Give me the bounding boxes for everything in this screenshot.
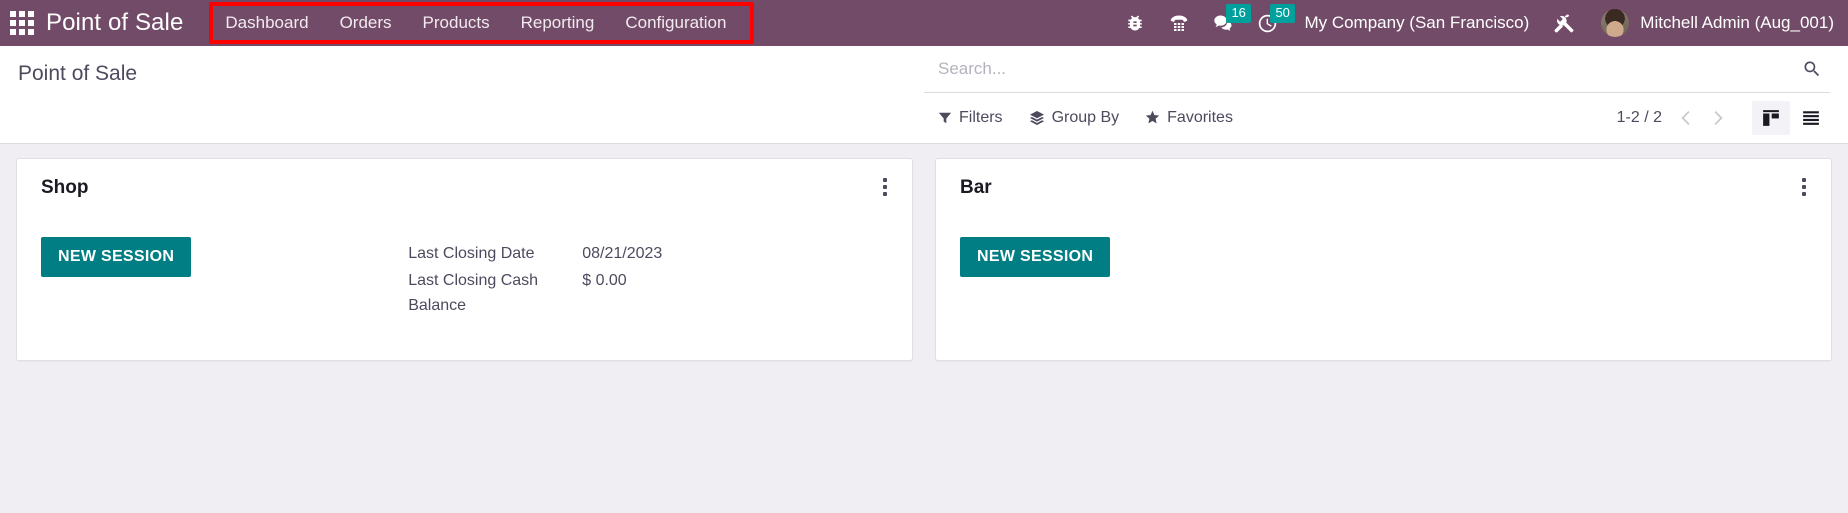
stat-label-last-closing-date: Last Closing Date: [408, 245, 535, 262]
kanban-container: Shop NEW SESSION Last Closing Date Last …: [0, 144, 1848, 375]
avatar: [1601, 9, 1630, 37]
company-selector[interactable]: My Company (San Francisco): [1304, 13, 1529, 33]
chat-unread-badge: 16: [1226, 4, 1251, 23]
pager-count[interactable]: 1-2 / 2: [1617, 109, 1662, 127]
card-body: NEW SESSION: [960, 237, 1811, 277]
star-icon: [1145, 110, 1160, 125]
kebab-menu-icon[interactable]: [876, 174, 894, 200]
card-body: NEW SESSION Last Closing Date Last Closi…: [41, 237, 892, 318]
favorites-button[interactable]: Favorites: [1145, 109, 1233, 127]
kanban-card-shop[interactable]: Shop NEW SESSION Last Closing Date Last …: [16, 158, 913, 361]
user-name-label: Mitchell Admin (Aug_001): [1640, 13, 1834, 32]
searchbar: [924, 46, 1830, 92]
navbar-system-icons: 16 50: [1125, 3, 1295, 34]
card-title: Bar: [960, 177, 992, 198]
clock-activity-icon[interactable]: 50: [1257, 3, 1295, 34]
stat-label-last-closing-cash-balance: Last Closing Cash Balance: [408, 272, 539, 314]
search-input[interactable]: [938, 59, 1796, 79]
filters-button[interactable]: Filters: [938, 109, 1003, 127]
breadcrumb: Point of Sale: [18, 62, 138, 85]
chevron-right-icon[interactable]: [1704, 105, 1730, 131]
apps-grid-icon[interactable]: [10, 11, 34, 35]
stat-labels: Last Closing Date Last Closing Cash Bala…: [408, 241, 560, 318]
new-session-button[interactable]: NEW SESSION: [41, 237, 192, 277]
menu-item-products[interactable]: Products: [423, 0, 490, 46]
bug-icon[interactable]: [1125, 13, 1145, 33]
group-by-label: Group By: [1051, 108, 1120, 126]
favorites-label: Favorites: [1167, 108, 1233, 126]
group-by-button[interactable]: Group By: [1029, 108, 1120, 127]
stat-value-last-closing-cash-balance: $ 0.00: [582, 272, 627, 289]
menu-item-dashboard[interactable]: Dashboard: [225, 0, 308, 46]
filters-label: Filters: [959, 108, 1003, 126]
kanban-card-bar[interactable]: Bar NEW SESSION: [935, 158, 1832, 361]
control-panel-right: Filters Group By: [924, 46, 1848, 143]
search-icon[interactable]: [1796, 59, 1828, 79]
pager: 1-2 / 2: [1617, 105, 1730, 131]
new-session-button[interactable]: NEW SESSION: [960, 237, 1111, 277]
stat-value-last-closing-date: 08/21/2023: [582, 245, 663, 262]
filter-buttons: Filters Group By Favorites: [938, 109, 1233, 127]
activity-count-badge: 50: [1270, 3, 1295, 23]
kanban-view-button[interactable]: [1752, 100, 1790, 135]
user-menu[interactable]: Mitchell Admin (Aug_001): [1601, 9, 1834, 37]
stat-values: 08/21/2023 $ 0.00: [582, 241, 662, 318]
menu-item-orders[interactable]: Orders: [340, 0, 392, 46]
main-menu: Dashboard Orders Products Reporting Conf…: [203, 0, 748, 46]
chat-bubble-icon[interactable]: 16: [1213, 4, 1251, 33]
list-view-button[interactable]: [1792, 101, 1830, 135]
card-stats: Last Closing Date Last Closing Cash Bala…: [408, 237, 662, 318]
control-panel-left: Point of Sale: [0, 46, 924, 143]
kebab-menu-icon[interactable]: [1795, 174, 1813, 200]
control-panel: Point of Sale Filters: [0, 46, 1848, 144]
layers-icon: [1029, 110, 1045, 126]
app-brand-title[interactable]: Point of Sale: [46, 9, 183, 37]
card-title: Shop: [41, 177, 89, 198]
tools-icon[interactable]: [1553, 12, 1575, 34]
phone-dialpad-icon[interactable]: [1169, 13, 1189, 33]
top-navbar: Point of Sale Dashboard Orders Products …: [0, 0, 1848, 46]
view-switcher: [1752, 100, 1830, 135]
menu-item-configuration[interactable]: Configuration: [625, 0, 726, 46]
funnel-icon: [938, 111, 952, 125]
filter-row: Filters Group By Favorites 1-2 / 2: [924, 92, 1830, 142]
menu-item-reporting[interactable]: Reporting: [521, 0, 595, 46]
chevron-left-icon[interactable]: [1674, 105, 1700, 131]
